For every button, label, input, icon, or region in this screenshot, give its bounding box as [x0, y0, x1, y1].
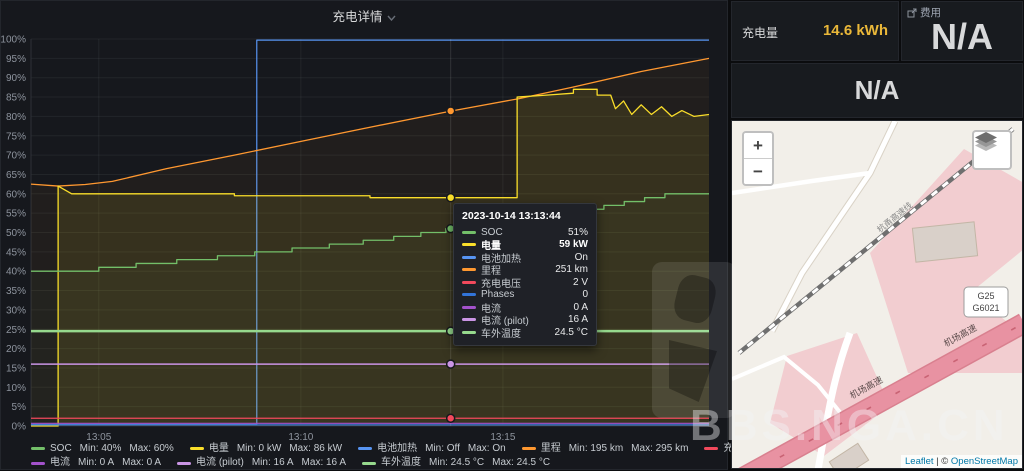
map-zoom-out-button[interactable]: −	[744, 159, 772, 184]
y-tick-label: 85%	[6, 93, 26, 104]
hover-dot	[445, 192, 456, 203]
svg-text:G6021: G6021	[972, 303, 999, 313]
y-tick-label: 0%	[12, 422, 27, 433]
na-stat-panel: N/A	[731, 63, 1023, 118]
y-tick-label: 20%	[6, 344, 26, 355]
y-tick-label: 40%	[6, 267, 26, 278]
tooltip-row: 车外温度 24.5 °C	[462, 326, 588, 340]
map-zoom-in-button[interactable]: +	[744, 133, 772, 159]
y-tick-label: 75%	[6, 131, 26, 142]
legend-item[interactable]: 电流 Min: 0 A Max: 0 A	[31, 456, 161, 470]
time-series-chart[interactable]: 100% 95% 90% 85% 80% 75% 70% 65% 60% 55% 50% 45% 40%…	[1, 1, 729, 471]
road-shield: G25 G6021	[963, 286, 1009, 318]
hover-dot	[445, 359, 456, 369]
svg-text:G25: G25	[977, 291, 994, 301]
fee-value: N/A	[931, 16, 993, 57]
hover-dot	[445, 413, 456, 424]
y-tick-label: 60%	[6, 189, 26, 200]
y-tick-label: 45%	[6, 247, 26, 258]
legend-item[interactable]: 电池加热 Min: Off Max: On	[358, 442, 506, 456]
chart-tooltip: 2023-10-14 13:13:44 SOC 51% 电量 59 kW 电池加热 On 里…	[453, 203, 597, 346]
tooltip-timestamp: 2023-10-14 13:13:44	[462, 210, 561, 222]
y-tick-label: 25%	[6, 325, 26, 336]
hover-dot	[445, 106, 456, 116]
map-zoom-control: + −	[742, 131, 774, 186]
y-tick-label: 50%	[6, 228, 26, 239]
layers-icon	[975, 132, 997, 151]
map-layers-button[interactable]	[972, 130, 1012, 170]
legend-item[interactable]: 电流 (pilot) Min: 16 A Max: 16 A	[177, 456, 346, 470]
fee-panel: 费用 N/A	[901, 1, 1023, 61]
legend-item[interactable]: 电量 Min: 0 kW Max: 86 kW	[189, 442, 342, 456]
y-tick-label: 5%	[12, 402, 27, 413]
charge-amount-value: 14.6 kWh	[822, 22, 888, 39]
legend-item[interactable]: 里程 Min: 195 km Max: 295 km	[521, 442, 688, 456]
leaflet-link[interactable]: Leaflet	[905, 456, 934, 467]
map-building	[911, 221, 979, 263]
y-tick-label: 100%	[1, 35, 26, 46]
na-stat-value: N/A	[854, 75, 900, 105]
chart-panel: 充电详情 100% 95% 90% 85% 80% 75% 70% 65% 60% 55% 50% 4…	[0, 0, 997, 471]
y-tick-label: 55%	[6, 209, 26, 220]
y-tick-label: 70%	[6, 151, 26, 162]
legend-item[interactable]: 车外温度 Min: 24.5 °C Max: 24.5 °C	[362, 456, 550, 470]
map-panel[interactable]: 杭甬高速线 机场高速 机场高速 G25 G6021 + − Leaflet | …	[731, 120, 1023, 469]
charge-amount-label: 充电量	[742, 26, 779, 40]
y-tick-label: 35%	[6, 286, 26, 297]
openstreetmap-link[interactable]: OpenStreetMap	[951, 456, 1018, 467]
legend-item[interactable]: SOC Min: 40% Max: 60%	[31, 442, 174, 456]
y-tick-label: 95%	[6, 54, 26, 65]
y-tick-label: 80%	[6, 112, 26, 123]
y-tick-label: 30%	[6, 305, 26, 316]
tooltip-row: 充电电压 2 V	[462, 276, 588, 290]
chart-legend: SOC Min: 40% Max: 60% 电量 Min: 0 kW Max: 86 kW…	[31, 441, 997, 470]
y-tick-label: 15%	[6, 363, 26, 374]
y-tick-label: 65%	[6, 170, 26, 181]
map-attribution: Leaflet | © OpenStreetMap	[901, 455, 1022, 468]
charge-amount-panel: 充电量 14.6 kWh	[731, 1, 899, 61]
y-tick-label: 90%	[6, 73, 26, 84]
map-canvas[interactable]: 杭甬高速线 机场高速 机场高速 G25 G6021	[732, 121, 1023, 469]
y-tick-label: 10%	[6, 383, 26, 394]
